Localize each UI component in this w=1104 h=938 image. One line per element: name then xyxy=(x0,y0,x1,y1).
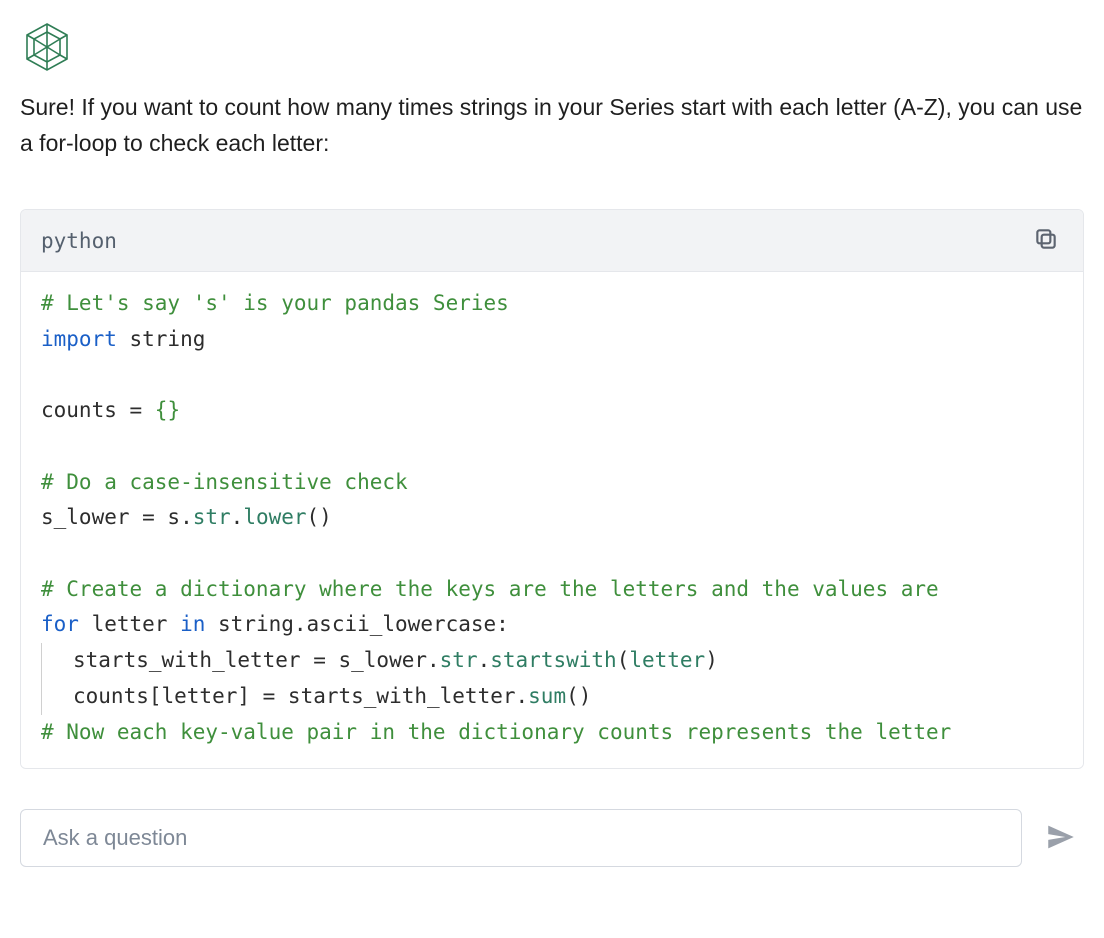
ask-question-input[interactable] xyxy=(41,824,1001,852)
code-header: python xyxy=(21,210,1083,272)
assistant-logo xyxy=(20,20,1084,74)
ask-input-container[interactable] xyxy=(20,809,1022,867)
copy-icon xyxy=(1033,226,1059,255)
assistant-answer-text: Sure! If you want to count how many time… xyxy=(20,90,1084,161)
send-button[interactable] xyxy=(1038,814,1084,863)
send-icon xyxy=(1044,842,1078,857)
code-body: # Let's say 's' is your pandas Series im… xyxy=(21,272,1083,768)
code-content: # Let's say 's' is your pandas Series im… xyxy=(41,286,1063,750)
code-language-label: python xyxy=(41,229,117,253)
input-row xyxy=(20,809,1084,867)
code-block: python # Let's say 's' is your pandas Se… xyxy=(20,209,1084,769)
hex-knot-icon xyxy=(20,20,1084,74)
copy-code-button[interactable] xyxy=(1029,222,1063,259)
